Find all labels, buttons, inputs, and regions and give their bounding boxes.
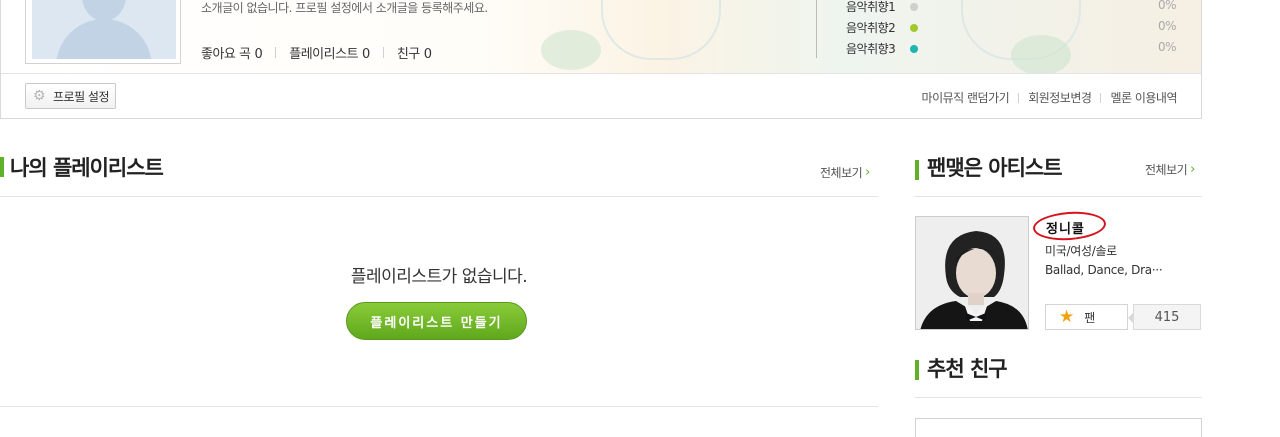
stat-label: 친구: [396, 47, 420, 62]
artist-portrait-image: [916, 217, 1028, 329]
taste-dot-icon: [910, 45, 918, 53]
chevron-right-icon: ›: [865, 165, 870, 180]
artist-photo[interactable]: [915, 216, 1029, 330]
taste-label: 음악취향3: [846, 42, 896, 56]
taste-percent: 0%: [1157, 19, 1177, 33]
divider: [915, 196, 1202, 197]
fan-count: 415: [1128, 304, 1201, 330]
fan-artist-section-title: 팬맺은 아티스트: [927, 156, 1063, 180]
taste-dot-icon: [910, 24, 918, 32]
section-marker: [915, 160, 919, 180]
recommended-friends-title: 추천 친구: [927, 357, 1008, 381]
settings-button-label: 프로필 설정: [53, 89, 110, 104]
profile-panel: 소개글이 없습니다. 프로필 설정에서 소개글을 등록해주세요. 좋아요 곡0 …: [0, 0, 1202, 119]
gear-icon: ⚙: [33, 88, 46, 104]
create-playlist-button[interactable]: 플레이리스트 만들기: [346, 302, 527, 340]
taste-percent: 0%: [1157, 0, 1177, 12]
divider: [0, 406, 878, 407]
stat-value: 0: [423, 47, 432, 62]
artist-name[interactable]: 정니콜: [1046, 218, 1085, 237]
artist-profile: 미국/여성/솔로: [1045, 244, 1117, 258]
section-marker: [915, 360, 919, 380]
profile-settings-button[interactable]: ⚙ 프로필 설정: [25, 83, 117, 109]
fan-artist-view-all-link[interactable]: 전체보기 ›: [1145, 161, 1195, 178]
divider: [0, 196, 878, 197]
divider: [1100, 92, 1102, 103]
music-taste-item: 음악취향1 0%: [846, 0, 1177, 17]
random-mymusic-link[interactable]: 마이뮤직 랜덤가기: [922, 89, 1010, 106]
profile-intro: 소개글이 없습니다. 프로필 설정에서 소개글을 등록해주세요.: [201, 1, 488, 15]
stat-value: 0: [362, 47, 370, 62]
stat-friends[interactable]: 친구 0: [397, 43, 432, 62]
stat-label: 좋아요 곡: [201, 47, 251, 62]
recommended-friends-box: [915, 418, 1202, 437]
view-all-label: 전체보기: [1145, 163, 1188, 177]
taste-percent: 0%: [1157, 40, 1177, 54]
stat-playlists[interactable]: 플레이리스트 0: [289, 43, 370, 62]
taste-dot-icon: [910, 3, 918, 11]
usage-history-link[interactable]: 멜론 이용내역: [1110, 89, 1177, 106]
divider: [816, 0, 817, 58]
fan-button[interactable]: ★ 팬: [1045, 304, 1128, 330]
music-taste-item: 음악취향3 0%: [846, 38, 1177, 59]
star-icon: ★: [1059, 306, 1075, 327]
profile-links: 마이뮤직 랜덤가기 회원정보변경 멜론 이용내역: [922, 89, 1178, 106]
profile-stats: 좋아요 곡0 플레이리스트 0 친구 0: [201, 43, 432, 62]
divider: [382, 47, 384, 58]
stat-likes[interactable]: 좋아요 곡0: [201, 43, 263, 62]
chevron-right-icon: ›: [1190, 162, 1195, 177]
banner-decoration: [541, 30, 601, 70]
view-all-label: 전체보기: [820, 166, 863, 180]
section-marker: [0, 157, 4, 177]
stat-label: 플레이리스트: [289, 47, 359, 62]
profile-photo[interactable]: [25, 0, 181, 64]
edit-member-info-link[interactable]: 회원정보변경: [1028, 89, 1092, 106]
playlist-section-title: 나의 플레이리스트: [10, 156, 164, 180]
banner-decoration: [601, 0, 721, 60]
profile-toolbar: ⚙ 프로필 설정 마이뮤직 랜덤가기 회원정보변경 멜론 이용내역: [1, 73, 1201, 118]
stat-value: 0: [254, 47, 263, 62]
divider: [915, 397, 1202, 398]
avatar-placeholder-icon: [56, 19, 152, 59]
avatar-placeholder-icon: [82, 0, 126, 21]
artist-genres: Ballad, Dance, Dra···: [1045, 263, 1163, 277]
playlist-empty-message: 플레이리스트가 없습니다.: [350, 267, 528, 287]
divider: [275, 47, 277, 58]
playlist-view-all-link[interactable]: 전체보기 ›: [820, 164, 870, 181]
fan-button-label: 팬: [1084, 310, 1096, 325]
artist-info: 미국/여성/솔로 Ballad, Dance, Dra···: [1045, 242, 1185, 280]
profile-banner: 소개글이 없습니다. 프로필 설정에서 소개글을 등록해주세요. 좋아요 곡0 …: [1, 0, 1201, 73]
avatar: [32, 0, 176, 59]
taste-label: 음악취향1: [846, 0, 896, 14]
divider: [1018, 92, 1020, 103]
music-taste-item: 음악취향2 0%: [846, 17, 1177, 38]
taste-label: 음악취향2: [846, 21, 896, 35]
music-taste-list: 음악취향1 0% 음악취향2 0% 음악취향3 0%: [846, 0, 1177, 59]
